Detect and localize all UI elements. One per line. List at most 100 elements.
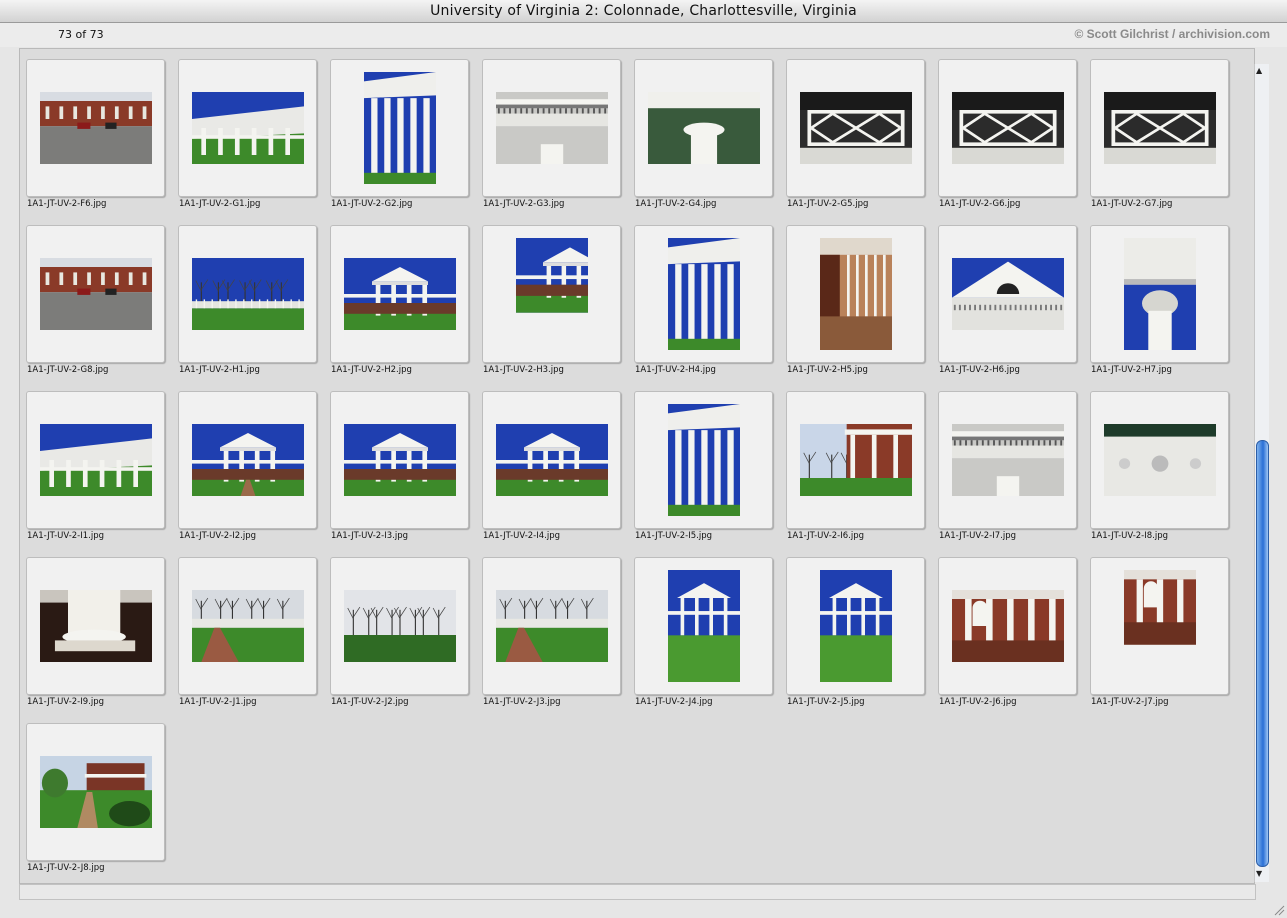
slide-mount[interactable]	[786, 557, 925, 695]
slide-mount[interactable]	[26, 391, 165, 529]
thumbnail-item[interactable]: 1A1-JT-UV-2-F6.jpg	[20, 49, 172, 209]
slide-mount[interactable]	[786, 391, 925, 529]
slide-mount[interactable]	[482, 557, 621, 695]
thumbnail-item[interactable]: 1A1-JT-UV-2-I5.jpg	[628, 381, 780, 541]
slide-mount[interactable]	[330, 557, 469, 695]
thumbnail-item[interactable]: 1A1-JT-UV-2-I1.jpg	[20, 381, 172, 541]
thumbnail-item[interactable]: 1A1-JT-UV-2-J4.jpg	[628, 547, 780, 707]
thumbnail-item[interactable]: 1A1-JT-UV-2-I6.jpg	[780, 381, 932, 541]
thumbnail-item[interactable]: 1A1-JT-UV-2-J5.jpg	[780, 547, 932, 707]
thumbnail-item[interactable]: 1A1-JT-UV-2-G8.jpg	[20, 215, 172, 375]
thumbnail-image[interactable]	[951, 258, 1064, 330]
thumbnail-item[interactable]: 1A1-JT-UV-2-H1.jpg	[172, 215, 324, 375]
thumbnail-image[interactable]	[951, 590, 1064, 662]
thumbnail-item[interactable]: 1A1-JT-UV-2-I2.jpg	[172, 381, 324, 541]
slide-mount[interactable]	[178, 59, 317, 197]
thumbnail-image[interactable]	[39, 258, 152, 330]
thumbnail-image[interactable]	[39, 756, 152, 828]
thumbnail-item[interactable]: 1A1-JT-UV-2-G6.jpg	[932, 49, 1084, 209]
slide-mount[interactable]	[634, 557, 773, 695]
thumbnail-item[interactable]: 1A1-JT-UV-2-J3.jpg	[476, 547, 628, 707]
thumbnail-item[interactable]: 1A1-JT-UV-2-G2.jpg	[324, 49, 476, 209]
thumbnail-image[interactable]	[515, 238, 588, 350]
thumbnail-image[interactable]	[495, 92, 608, 164]
thumbnail-item[interactable]: 1A1-JT-UV-2-J6.jpg	[932, 547, 1084, 707]
thumbnail-image[interactable]	[363, 72, 436, 184]
slide-mount[interactable]	[178, 557, 317, 695]
thumbnail-image[interactable]	[495, 424, 608, 496]
thumbnail-image[interactable]	[799, 92, 912, 164]
slide-mount[interactable]	[1090, 391, 1229, 529]
slide-mount[interactable]	[178, 391, 317, 529]
thumbnail-item[interactable]: 1A1-JT-UV-2-H5.jpg	[780, 215, 932, 375]
scrollbar-thumb[interactable]	[1256, 440, 1269, 867]
slide-mount[interactable]	[1090, 557, 1229, 695]
thumbnail-image[interactable]	[39, 590, 152, 662]
thumbnail-item[interactable]: 1A1-JT-UV-2-J2.jpg	[324, 547, 476, 707]
thumbnail-item[interactable]: 1A1-JT-UV-2-I3.jpg	[324, 381, 476, 541]
slide-mount[interactable]	[26, 59, 165, 197]
thumbnail-item[interactable]: 1A1-JT-UV-2-I4.jpg	[476, 381, 628, 541]
slide-mount[interactable]	[330, 59, 469, 197]
slide-mount[interactable]	[938, 59, 1077, 197]
thumbnail-item[interactable]: 1A1-JT-UV-2-G5.jpg	[780, 49, 932, 209]
thumbnail-image[interactable]	[667, 404, 740, 516]
thumbnail-item[interactable]: 1A1-JT-UV-2-H3.jpg	[476, 215, 628, 375]
thumbnail-item[interactable]: 1A1-JT-UV-2-I9.jpg	[20, 547, 172, 707]
slide-mount[interactable]	[1090, 225, 1229, 363]
thumbnail-image[interactable]	[191, 92, 304, 164]
thumbnail-image[interactable]	[343, 590, 456, 662]
resize-grip-icon[interactable]	[1274, 905, 1285, 916]
thumbnail-image[interactable]	[667, 570, 740, 682]
thumbnail-image[interactable]	[951, 92, 1064, 164]
thumbnail-image[interactable]	[495, 590, 608, 662]
slide-mount[interactable]	[634, 391, 773, 529]
slide-mount[interactable]	[786, 59, 925, 197]
thumbnail-item[interactable]: 1A1-JT-UV-2-J8.jpg	[20, 713, 172, 873]
thumbnail-image[interactable]	[799, 424, 912, 496]
slide-mount[interactable]	[634, 59, 773, 197]
thumbnail-image[interactable]	[647, 92, 760, 164]
thumbnail-image[interactable]	[819, 570, 892, 682]
thumbnail-item[interactable]: 1A1-JT-UV-2-H7.jpg	[1084, 215, 1236, 375]
thumbnail-image[interactable]	[343, 258, 456, 330]
thumbnail-item[interactable]: 1A1-JT-UV-2-I7.jpg	[932, 381, 1084, 541]
slide-mount[interactable]	[938, 225, 1077, 363]
up-arrow-icon[interactable]: ▲	[1256, 66, 1262, 75]
thumbnail-item[interactable]: 1A1-JT-UV-2-J7.jpg	[1084, 547, 1236, 707]
thumbnail-image[interactable]	[343, 424, 456, 496]
thumbnail-image[interactable]	[819, 238, 892, 350]
thumbnail-image[interactable]	[1123, 238, 1196, 350]
thumbnail-item[interactable]: 1A1-JT-UV-2-I8.jpg	[1084, 381, 1236, 541]
slide-mount[interactable]	[330, 225, 469, 363]
slide-mount[interactable]	[330, 391, 469, 529]
thumbnail-image[interactable]	[1103, 92, 1216, 164]
thumbnail-item[interactable]: 1A1-JT-UV-2-G4.jpg	[628, 49, 780, 209]
slide-mount[interactable]	[1090, 59, 1229, 197]
thumbnail-image[interactable]	[39, 92, 152, 164]
slide-mount[interactable]	[938, 557, 1077, 695]
slide-mount[interactable]	[482, 59, 621, 197]
slide-mount[interactable]	[26, 225, 165, 363]
slide-mount[interactable]	[634, 225, 773, 363]
slide-mount[interactable]	[178, 225, 317, 363]
thumbnail-image[interactable]	[191, 424, 304, 496]
slide-mount[interactable]	[26, 557, 165, 695]
slide-mount[interactable]	[938, 391, 1077, 529]
thumbnail-item[interactable]: 1A1-JT-UV-2-H2.jpg	[324, 215, 476, 375]
thumbnail-image[interactable]	[951, 424, 1064, 496]
thumbnail-item[interactable]: 1A1-JT-UV-2-G1.jpg	[172, 49, 324, 209]
slide-mount[interactable]	[482, 391, 621, 529]
thumbnail-image[interactable]	[191, 258, 304, 330]
slide-mount[interactable]	[26, 723, 165, 861]
thumbnail-item[interactable]: 1A1-JT-UV-2-H4.jpg	[628, 215, 780, 375]
slide-mount[interactable]	[786, 225, 925, 363]
down-arrow-icon[interactable]: ▼	[1256, 869, 1262, 878]
thumbnail-image[interactable]	[191, 590, 304, 662]
thumbnail-image[interactable]	[1123, 570, 1196, 682]
thumbnail-image[interactable]	[1103, 424, 1216, 496]
thumbnail-item[interactable]: 1A1-JT-UV-2-H6.jpg	[932, 215, 1084, 375]
slide-mount[interactable]	[482, 225, 621, 363]
thumbnail-image[interactable]	[39, 424, 152, 496]
thumbnail-image[interactable]	[667, 238, 740, 350]
